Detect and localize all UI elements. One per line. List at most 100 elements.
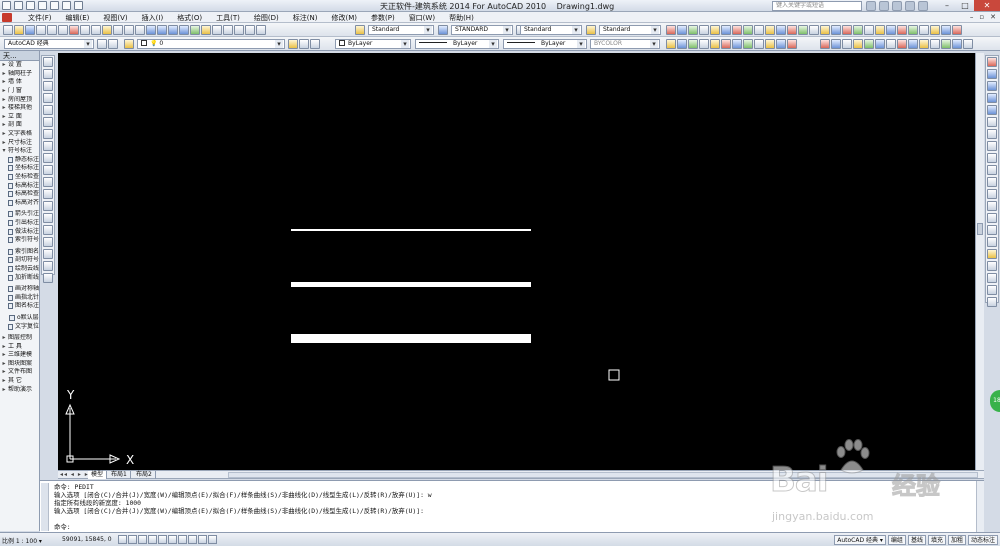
palette-item[interactable]: ▸ 门 窗 [0, 87, 39, 96]
dim-tool-11-icon[interactable] [930, 39, 940, 49]
arc-icon[interactable] [43, 117, 53, 127]
save-icon[interactable] [25, 25, 35, 35]
dim-tool-2-icon[interactable] [831, 39, 841, 49]
rotate-icon[interactable] [987, 129, 997, 139]
tool-palettes-icon[interactable] [212, 25, 222, 35]
draworder-icon[interactable] [987, 261, 997, 271]
tangent-tool-10-icon[interactable] [765, 25, 775, 35]
dim-tool-3-icon[interactable] [842, 39, 852, 49]
dim-tool-10-icon[interactable] [919, 39, 929, 49]
doc-restore-button[interactable]: ▫ [979, 13, 984, 21]
fillet-icon[interactable] [987, 237, 997, 247]
revcloud-icon[interactable] [43, 141, 53, 151]
make-block-icon[interactable] [43, 201, 53, 211]
minimize-button[interactable]: – [938, 0, 956, 11]
tangent-tool-9-icon[interactable] [754, 25, 764, 35]
design-center-icon[interactable] [201, 25, 211, 35]
dim-style-icon[interactable] [438, 25, 448, 35]
table-style-select[interactable]: Standard [520, 25, 582, 35]
tangent-tool-7-icon[interactable] [732, 25, 742, 35]
palette-item[interactable]: ▸ 文字表格 [0, 130, 39, 139]
dropdown-icon[interactable] [74, 1, 83, 10]
dim-tool-5-icon[interactable] [864, 39, 874, 49]
palette-item[interactable]: ▸ 图层控制 [0, 334, 39, 343]
text-style-icon[interactable] [355, 25, 365, 35]
qp-toggle-icon[interactable] [208, 535, 217, 544]
markup-icon[interactable] [234, 25, 244, 35]
tangent-tool-18-icon[interactable] [853, 25, 863, 35]
chamfer-icon[interactable] [987, 225, 997, 235]
layer-states-icon[interactable] [310, 39, 320, 49]
tangent-tool-21-icon[interactable] [886, 25, 896, 35]
preview-icon[interactable] [47, 25, 57, 35]
layer-tool-8-icon[interactable] [743, 39, 753, 49]
array-icon[interactable] [987, 105, 997, 115]
palette-item[interactable]: 绘制云线 [0, 265, 39, 274]
palette-item[interactable]: o默认层 [0, 314, 39, 323]
ellipse-arc-icon[interactable] [43, 177, 53, 187]
pan-icon[interactable] [146, 25, 156, 35]
publish-icon[interactable] [58, 25, 68, 35]
tangent-tool-11-icon[interactable] [776, 25, 786, 35]
stretch-icon[interactable] [987, 153, 997, 163]
subscription-icon[interactable] [879, 1, 889, 11]
tangent-tool-12-icon[interactable] [787, 25, 797, 35]
palette-item[interactable]: 画对称轴 [0, 285, 39, 294]
layer-tool-3-icon[interactable] [688, 39, 698, 49]
menu-window[interactable]: 窗口(W) [409, 13, 435, 23]
menu-format[interactable]: 格式(O) [177, 13, 202, 23]
palette-item[interactable]: ▸ 三维建模 [0, 351, 39, 360]
line-icon[interactable] [43, 57, 53, 67]
undo-icon[interactable] [124, 25, 134, 35]
menu-file[interactable]: 文件(F) [28, 13, 52, 23]
polyline-2[interactable] [291, 282, 531, 287]
menu-dimension[interactable]: 标注(N) [293, 13, 318, 23]
palette-item[interactable]: 索引符号 [0, 236, 39, 245]
ducs-toggle-icon[interactable] [178, 535, 187, 544]
tangent-tool-20-icon[interactable] [875, 25, 885, 35]
osnap-toggle-icon[interactable] [158, 535, 167, 544]
tangent-tool-25-icon[interactable] [930, 25, 940, 35]
text-style-select[interactable]: Standard [368, 25, 434, 35]
extend-icon[interactable] [987, 177, 997, 187]
palette-item[interactable]: 标高标注 [0, 181, 39, 190]
tangent-tool-6-icon[interactable] [721, 25, 731, 35]
layer-tool-1-icon[interactable] [666, 39, 676, 49]
status-bold-button[interactable]: 加粗 [947, 535, 966, 545]
scale-icon[interactable] [987, 141, 997, 151]
menu-insert[interactable]: 插入(I) [142, 13, 164, 23]
app-menu-icon[interactable] [2, 1, 11, 10]
palette-item[interactable]: 引出标注 [0, 219, 39, 228]
modify-extra-1-icon[interactable] [987, 273, 997, 283]
zoom-previous-icon[interactable] [179, 25, 189, 35]
palette-item[interactable]: ▸ 轴网柱子 [0, 70, 39, 79]
copy-icon[interactable] [80, 25, 90, 35]
layer-tool-9-icon[interactable] [754, 39, 764, 49]
paste-icon[interactable] [91, 25, 101, 35]
point-icon[interactable] [43, 213, 53, 223]
tangent-tool-15-icon[interactable] [820, 25, 830, 35]
palette-item[interactable]: 标高检查 [0, 190, 39, 199]
dim-tool-9-icon[interactable] [908, 39, 918, 49]
palette-item[interactable]: ▸ 墙 体 [0, 78, 39, 87]
tangent-tool-14-icon[interactable] [809, 25, 819, 35]
workspace-settings-icon[interactable] [97, 39, 107, 49]
new-file-icon[interactable] [14, 1, 23, 10]
ellipse-icon[interactable] [43, 165, 53, 175]
block-editor-icon[interactable] [113, 25, 123, 35]
dim-tool-14-icon[interactable] [963, 39, 973, 49]
layer-select[interactable]: 💡 0 [137, 39, 285, 49]
tangent-tool-27-icon[interactable] [952, 25, 962, 35]
rectangle-icon[interactable] [43, 105, 53, 115]
construction-line-icon[interactable] [43, 69, 53, 79]
command-scrollbar[interactable] [976, 481, 984, 533]
palette-header[interactable]: 天... [0, 51, 39, 61]
modify-extra-3-icon[interactable] [987, 297, 997, 307]
open-icon[interactable] [14, 25, 24, 35]
tangent-tool-17-icon[interactable] [842, 25, 852, 35]
lineweight-select[interactable]: ByLayer [503, 39, 587, 49]
dim-tool-7-icon[interactable] [886, 39, 896, 49]
polyline-icon[interactable] [43, 81, 53, 91]
table-icon[interactable] [43, 261, 53, 271]
palette-item[interactable]: 图名标注 [0, 302, 39, 311]
